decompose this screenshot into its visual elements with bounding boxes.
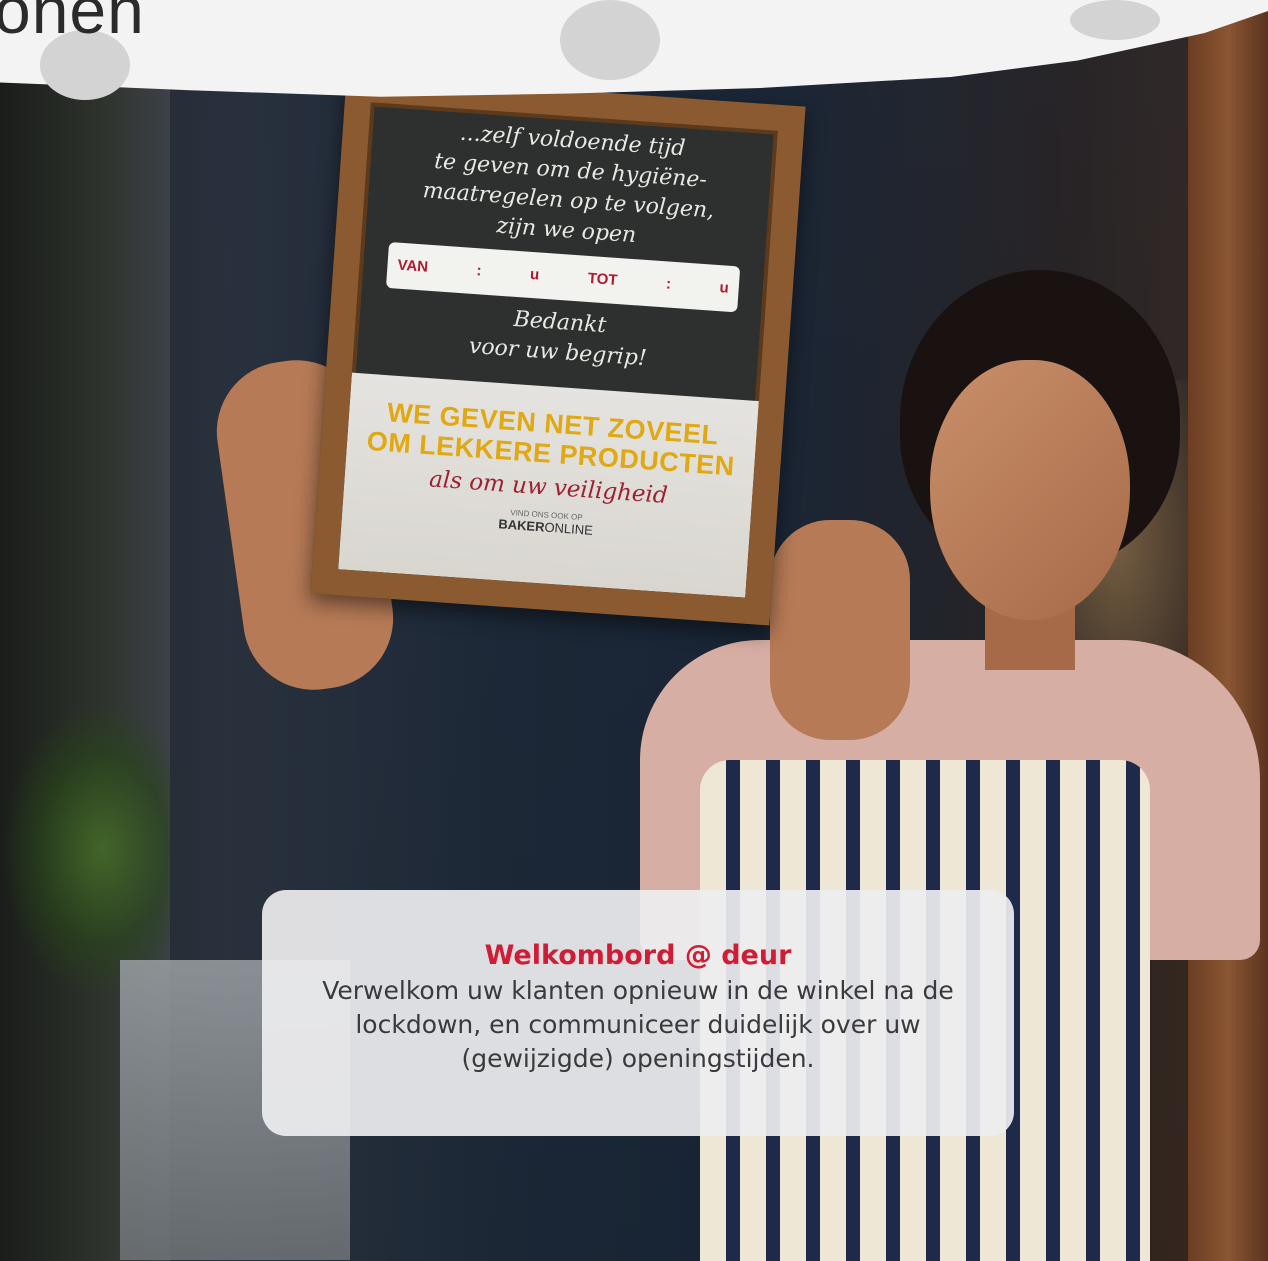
hours-u: u	[718, 279, 730, 297]
plant	[0, 700, 170, 1000]
caption-text: Verwelkom uw klanten opnieuw in de winke…	[322, 976, 954, 1073]
person-right-arm	[770, 520, 910, 740]
hours-van: VAN	[396, 256, 429, 276]
caption-card: Welkombord @ deur Verwelkom uw klanten o…	[262, 890, 1014, 1136]
page-heading-fragment: onen	[0, 0, 145, 47]
hours-sep: :	[665, 275, 672, 293]
brand-bold: BAKER	[497, 516, 546, 535]
virus-icon	[560, 0, 660, 80]
person-face	[930, 360, 1130, 620]
hours-tot: TOT	[587, 269, 619, 289]
hours-sep: :	[475, 262, 483, 280]
welcome-chalkboard-sign: ...zelf voldoende tijd te geven om de hy…	[310, 74, 806, 626]
hours-u: u	[529, 265, 540, 284]
sign-chalk-text: ...zelf voldoende tijd te geven om de hy…	[351, 102, 778, 421]
virus-icon	[1070, 0, 1160, 40]
sign-paper-section: WE GEVEN NET ZOVEEL OM LEKKERE PRODUCTEN…	[338, 373, 759, 598]
caption-title: Welkombord @ deur	[484, 940, 792, 971]
door-frame	[1188, 0, 1268, 1261]
brand-light: ONLINE	[543, 519, 594, 539]
